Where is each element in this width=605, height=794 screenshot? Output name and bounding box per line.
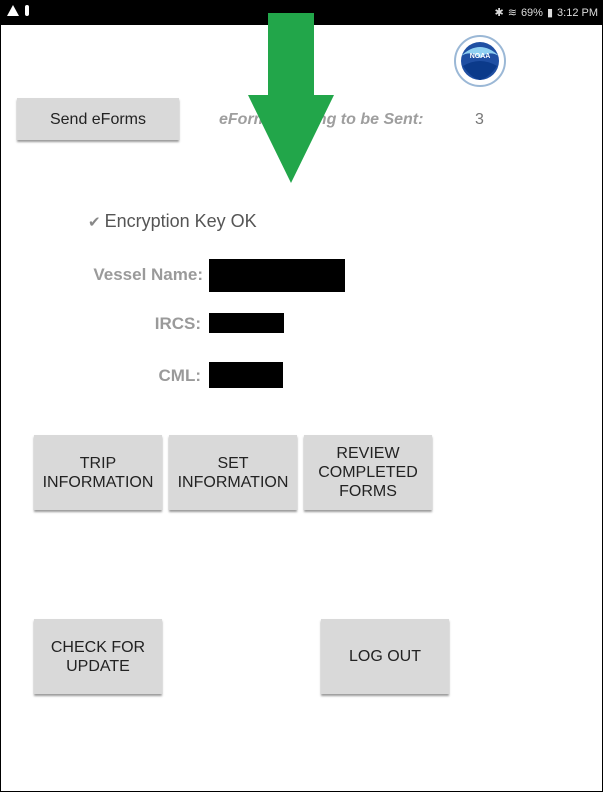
set-information-button[interactable]: SET INFORMATION — [169, 435, 297, 510]
down-arrow-annotation — [248, 13, 334, 183]
noaa-logo: NOAA — [454, 35, 506, 87]
clock: 3:12 PM — [557, 6, 598, 19]
check-for-update-button[interactable]: CHECK FOR UPDATE — [34, 619, 162, 694]
log-out-button[interactable]: LOG OUT — [321, 619, 449, 694]
ircs-label: IRCS: — [154, 314, 201, 333]
encryption-label: Encryption Key OK — [104, 211, 257, 231]
notification-icon — [25, 5, 29, 16]
cml-value-redacted — [209, 362, 283, 388]
review-completed-forms-button[interactable]: REVIEW COMPLETED FORMS — [304, 435, 432, 510]
wifi-icon: ≋ — [507, 7, 517, 19]
battery-level: 69% — [520, 6, 543, 19]
vessel-name-value-redacted — [209, 259, 345, 292]
send-eforms-button[interactable]: Send eForms — [17, 98, 179, 140]
ircs-value-redacted — [209, 313, 284, 333]
warning-icon — [7, 5, 19, 16]
logo-text: NOAA — [470, 53, 491, 60]
app-screen: ✱ ≋ 69% ▮ 3:12 PM NOAA Send eForms eForm… — [0, 0, 603, 792]
trip-information-button[interactable]: TRIP INFORMATION — [34, 435, 162, 510]
cml-label: CML: — [158, 366, 201, 385]
bluetooth-icon: ✱ — [494, 7, 504, 19]
vessel-name-label: Vessel Name: — [93, 265, 203, 284]
checkmark-icon: ✔ — [88, 213, 101, 231]
encryption-key-checkbox[interactable]: ✔ Encryption Key OK — [88, 211, 257, 232]
battery-icon: ▮ — [546, 7, 554, 19]
pending-count: 3 — [475, 111, 484, 128]
